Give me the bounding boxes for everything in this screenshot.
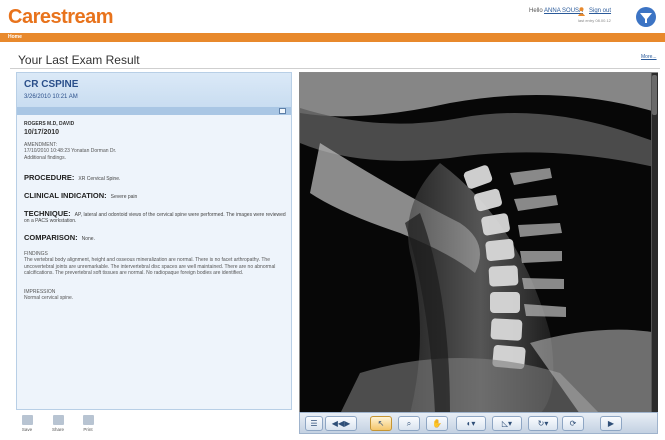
comparison-label: COMPARISON:	[24, 232, 78, 242]
more-link[interactable]: More...	[641, 54, 657, 60]
amendment-note: Additional findings.	[24, 154, 66, 161]
save-button[interactable]: Save	[17, 415, 37, 432]
save-icon	[21, 415, 33, 425]
findings-text: The vertebral body alignment, height and…	[24, 257, 276, 277]
exam-datetime: 3/26/2010 10:21 AM	[24, 94, 78, 100]
impression-section: IMPRESSION Normal cervical spine.	[24, 289, 286, 302]
report-toolbar-strip	[17, 107, 291, 115]
report-header: CR CSPINE 3/26/2010 10:21 AM	[17, 73, 291, 107]
procedure-text: XR Cervical Spine.	[78, 176, 121, 183]
viewer-scrollbar[interactable]	[651, 73, 658, 412]
window-level-icon[interactable]: ◐▾	[456, 416, 486, 431]
expand-icon[interactable]	[279, 108, 286, 114]
save-label: Save	[21, 427, 33, 432]
pan-icon[interactable]: ✋	[426, 416, 448, 431]
share-button[interactable]: Share	[48, 415, 68, 432]
procedure-label: PROCEDURE:	[24, 173, 75, 183]
app-header: Carestream Hello ANNA SOUSA Sign out las…	[0, 0, 665, 33]
impression-text: Normal cervical spine.	[24, 295, 74, 302]
share-label: Share	[51, 427, 64, 432]
technique-label: TECHNIQUE:	[24, 208, 71, 218]
divider	[10, 68, 660, 69]
brand-globe-icon	[636, 7, 656, 27]
report-panel: CR CSPINE 3/26/2010 10:21 AM ROGERS M.D,…	[16, 72, 292, 410]
pointer-icon[interactable]: ↖	[370, 416, 392, 431]
reset-icon[interactable]: ⟳	[562, 416, 584, 431]
user-icon	[578, 7, 585, 16]
play-icon[interactable]: ▶	[600, 416, 622, 431]
viewer-scroll-thumb[interactable]	[652, 75, 657, 115]
indication-text: Severe pain	[110, 193, 138, 200]
comparison-section: COMPARISON: None.	[24, 233, 286, 243]
nav-home-link[interactable]: Home	[8, 34, 22, 40]
print-button[interactable]: Print	[78, 415, 98, 432]
measure-icon[interactable]: ◺▾	[492, 416, 522, 431]
greeting-label: Hello	[529, 8, 543, 14]
procedure-section: PROCEDURE: XR Cervical Spine.	[24, 173, 286, 183]
report-body: ROGERS M.D, DAVID 10/17/2010 AMENDMENT: …	[24, 121, 286, 314]
findings-section: FINDINGS The vertebral body alignment, h…	[24, 251, 286, 277]
nav-bar: Home	[0, 33, 665, 42]
share-icon	[52, 415, 64, 425]
carestream-logo[interactable]: Carestream	[8, 6, 114, 29]
last-entry-text: last entry 08.00.12	[578, 18, 611, 23]
thumbnails-icon[interactable]: ☰	[305, 416, 323, 431]
xray-image-viewer[interactable]	[299, 72, 658, 413]
report-date: 10/17/2010	[24, 128, 60, 136]
print-label: Print	[83, 427, 93, 432]
rotate-icon[interactable]: ↻▾	[528, 416, 558, 431]
exam-title: CR CSPINE	[24, 79, 79, 90]
page-title: Your Last Exam Result	[18, 53, 140, 67]
indication-section: CLINICAL INDICATION: Severe pain	[24, 191, 286, 201]
zoom-icon[interactable]: ⌕	[398, 416, 420, 431]
sign-out-link[interactable]: Sign out	[589, 8, 611, 14]
indication-label: CLINICAL INDICATION:	[24, 190, 107, 200]
print-icon	[82, 415, 94, 425]
xray-image	[300, 73, 657, 412]
technique-section: TECHNIQUE: AP, lateral and odontoid views…	[24, 209, 286, 225]
amendment-block: AMENDMENT: 17/10/2010 10:48:23 Yonatan D…	[24, 142, 286, 162]
greeting: Hello ANNA SOUSA	[529, 8, 583, 14]
cine-icon[interactable]: ◀◀▶	[325, 416, 357, 431]
comparison-text: None.	[81, 235, 95, 242]
